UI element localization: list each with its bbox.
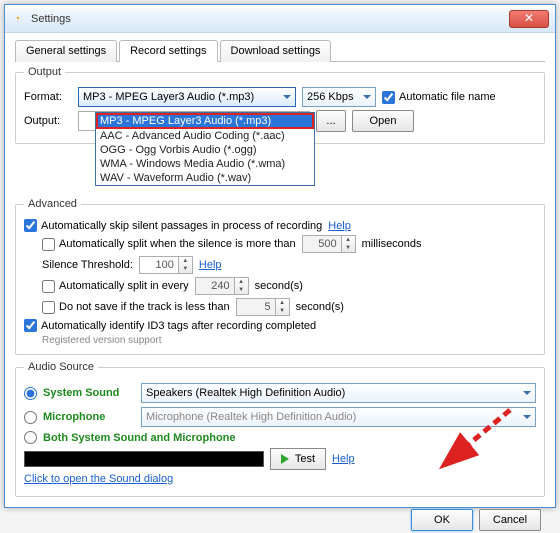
tab-record[interactable]: Record settings [119, 40, 217, 62]
help-link[interactable]: Help [199, 259, 222, 271]
output-legend: Output [24, 66, 65, 78]
audio-legend: Audio Source [24, 361, 98, 373]
format-dropdown-list[interactable]: MP3 - MPEG Layer3 Audio (*.mp3) AAC - Ad… [95, 112, 315, 186]
format-option[interactable]: WAV - Waveform Audio (*.wav) [96, 171, 314, 185]
output-label: Output: [24, 115, 72, 127]
format-dropdown[interactable]: MP3 - MPEG Layer3 Audio (*.mp3) [78, 87, 296, 107]
tab-general[interactable]: General settings [15, 40, 117, 62]
mic-device-dropdown[interactable]: Microphone (Realtek High Definition Audi… [141, 407, 536, 427]
content: General settings Record settings Downloa… [5, 33, 555, 507]
bitrate-dropdown[interactable]: 256 Kbps [302, 87, 376, 107]
both-radio[interactable] [24, 431, 37, 444]
help-link[interactable]: Help [328, 220, 351, 232]
split-every-checkbox[interactable]: Automatically split in every [42, 280, 189, 293]
audio-source-group: Audio Source System Sound Speakers (Real… [15, 361, 545, 497]
skip-silent-checkbox[interactable]: Automatically skip silent passages in pr… [24, 219, 322, 232]
split-silence-checkbox[interactable]: Automatically split when the silence is … [42, 238, 296, 251]
dont-save-checkbox[interactable]: Do not save if the track is less than [42, 301, 230, 314]
cancel-button[interactable]: Cancel [479, 509, 541, 531]
play-icon [281, 454, 294, 464]
silence-threshold-spinner[interactable]: ▲▼ [139, 256, 193, 274]
min-seconds-spinner[interactable]: ▲▼ [236, 298, 290, 316]
advanced-legend: Advanced [24, 198, 81, 210]
window-title: Settings [31, 13, 509, 25]
close-button[interactable]: ✕ [509, 10, 549, 28]
dialog-footer: OK Cancel [15, 503, 545, 533]
format-option[interactable]: AAC - Advanced Audio Coding (*.aac) [96, 129, 314, 143]
format-option[interactable]: OGG - Ogg Vorbis Audio (*.ogg) [96, 143, 314, 157]
registered-note: Registered version support [42, 335, 536, 346]
system-device-dropdown[interactable]: Speakers (Realtek High Definition Audio) [141, 383, 536, 403]
level-meter [24, 451, 264, 467]
open-button[interactable]: Open [352, 110, 414, 132]
auto-filename-checkbox[interactable]: Automatic file name [382, 91, 496, 104]
silence-threshold-label: Silence Threshold: [42, 259, 133, 271]
sound-dialog-link[interactable]: Click to open the Sound dialog [24, 473, 173, 485]
format-option[interactable]: MP3 - MPEG Layer3 Audio (*.mp3) [96, 113, 314, 129]
settings-window: ◔ Settings ✕ General settings Record set… [4, 4, 556, 508]
titlebar: ◔ Settings ✕ [5, 5, 555, 33]
split-seconds-spinner[interactable]: ▲▼ [195, 277, 249, 295]
format-label: Format: [24, 91, 72, 103]
ok-button[interactable]: OK [411, 509, 473, 531]
advanced-group: Advanced Automatically skip silent passa… [15, 198, 545, 355]
format-option[interactable]: WMA - Windows Media Audio (*.wma) [96, 157, 314, 171]
help-link[interactable]: Help [332, 453, 355, 465]
app-icon: ◔ [9, 11, 25, 27]
system-sound-radio[interactable] [24, 387, 37, 400]
microphone-radio[interactable] [24, 411, 37, 424]
id3-checkbox[interactable]: Automatically identify ID3 tags after re… [24, 319, 316, 332]
test-button[interactable]: Test [270, 448, 326, 470]
tab-strip: General settings Record settings Downloa… [15, 39, 545, 62]
silence-ms-spinner[interactable]: ▲▼ [302, 235, 356, 253]
browse-button[interactable]: ... [316, 110, 346, 132]
tab-download[interactable]: Download settings [220, 40, 332, 62]
